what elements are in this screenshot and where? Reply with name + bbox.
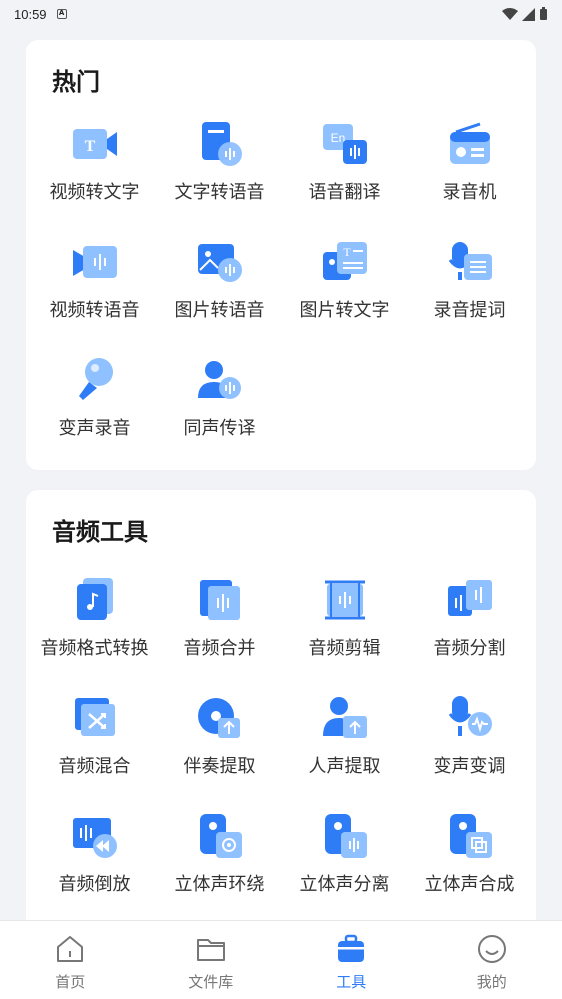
tool-stereo-combine[interactable]: 立体声合成 — [407, 812, 532, 896]
image-to-text-icon: T — [322, 242, 367, 280]
folder-icon — [196, 939, 225, 961]
tool-audio-split[interactable]: 音频分割 — [407, 576, 532, 660]
tool-recorder[interactable]: 录音机 — [407, 120, 532, 204]
tool-voice-translate[interactable]: En 语音翻译 — [282, 120, 407, 204]
profile-icon — [477, 935, 506, 963]
tool-image-to-speech[interactable]: 图片转语音 — [157, 238, 282, 322]
nav-label: 首页 — [55, 973, 86, 991]
video-to-text-icon: T — [72, 129, 117, 159]
tool-video-to-text[interactable]: T 视频转文字 — [32, 120, 157, 204]
stereo-surround-icon — [199, 814, 242, 858]
video-to-audio-icon — [72, 246, 117, 278]
tool-label: 人声提取 — [308, 756, 381, 777]
tool-audio-format-convert[interactable]: 音频格式转换 — [32, 576, 157, 660]
tool-label: 音频混合 — [58, 756, 131, 777]
tool-label: 立体声分离 — [299, 874, 390, 895]
tool-label: 视频转文字 — [49, 182, 140, 203]
tool-label: 同声传译 — [183, 418, 256, 439]
text-to-speech-icon — [201, 122, 242, 166]
tool-label: 图片转文字 — [299, 300, 390, 321]
stereo-separate-icon — [324, 814, 367, 858]
tool-simultaneous-interpretation[interactable]: 同声传译 — [157, 356, 282, 440]
accompaniment-extract-icon — [197, 698, 240, 738]
hot-tools-card: 热门 T 视频转文字 文字转语音 En 语音翻译 录音机 视频转语音 图片转语音… — [26, 40, 536, 470]
audio-section-title: 音频工具 — [52, 518, 148, 546]
tool-label: 音频剪辑 — [308, 638, 381, 659]
tool-label: 音频分割 — [433, 638, 506, 659]
audio-merge-icon — [199, 580, 240, 620]
hot-section-title: 热门 — [52, 68, 100, 96]
tool-label: 音频格式转换 — [40, 638, 149, 659]
nav-label: 工具 — [336, 973, 367, 991]
nav-label: 我的 — [476, 973, 507, 991]
nav-label: 文件库 — [188, 973, 234, 991]
tool-accompaniment-extract[interactable]: 伴奏提取 — [157, 694, 282, 778]
nav-file-library[interactable]: 文件库 — [141, 921, 282, 999]
nav-home[interactable]: 首页 — [0, 921, 141, 999]
simultaneous-interpretation-icon — [197, 361, 241, 399]
image-to-speech-icon — [197, 244, 242, 282]
tool-teleprompter[interactable]: 录音提词 — [407, 238, 532, 322]
battery-icon — [540, 7, 547, 20]
audio-format-convert-icon — [76, 578, 113, 620]
tool-audio-mix[interactable]: 音频混合 — [32, 694, 157, 778]
tool-label: 语音翻译 — [308, 182, 381, 203]
tool-image-to-text[interactable]: T 图片转文字 — [282, 238, 407, 322]
tool-audio-reverse[interactable]: 音频倒放 — [32, 812, 157, 896]
vocal-extract-icon — [322, 697, 367, 738]
nav-profile[interactable]: 我的 — [422, 921, 562, 999]
svg-text:T: T — [84, 138, 95, 155]
wifi-icon — [502, 7, 518, 20]
svg-text:En: En — [330, 131, 345, 145]
voice-change-record-icon — [78, 358, 113, 400]
audio-split-icon — [447, 580, 492, 616]
tool-label: 音频合并 — [183, 638, 256, 659]
tool-video-to-audio[interactable]: 视频转语音 — [32, 238, 157, 322]
toolbox-icon — [338, 934, 365, 962]
tool-label: 音频倒放 — [58, 874, 131, 895]
recorder-icon — [449, 122, 490, 164]
home-icon — [57, 936, 84, 962]
stereo-combine-icon — [449, 814, 492, 858]
teleprompter-icon — [448, 242, 492, 280]
tool-stereo-surround[interactable]: 立体声环绕 — [157, 812, 282, 896]
audio-reverse-icon — [72, 818, 117, 858]
tool-label: 文字转语音 — [174, 182, 265, 203]
nav-tools[interactable]: 工具 — [281, 921, 422, 999]
tool-vocal-extract[interactable]: 人声提取 — [282, 694, 407, 778]
tool-label: 立体声环绕 — [174, 874, 265, 895]
notification-badge-icon: A — [56, 9, 67, 19]
tool-stereo-separate[interactable]: 立体声分离 — [282, 812, 407, 896]
tool-label: 录音提词 — [433, 300, 506, 321]
tool-label: 视频转语音 — [49, 300, 140, 321]
tool-audio-cut[interactable]: 音频剪辑 — [282, 576, 407, 660]
audio-tools-card: 音频工具 音频格式转换 音频合并 音频剪辑 音频分割 音频混合 伴奏提取 人声提… — [26, 490, 536, 930]
audio-cut-icon — [324, 580, 365, 620]
status-bar: 10:59 A — [0, 0, 562, 28]
svg-text:T: T — [343, 245, 351, 259]
tool-label: 图片转语音 — [174, 300, 265, 321]
tool-label: 变声变调 — [433, 756, 506, 777]
tool-voice-change-record[interactable]: 变声录音 — [32, 356, 157, 440]
signal-icon — [522, 7, 535, 21]
audio-mix-icon — [74, 698, 115, 736]
voice-pitch-icon — [448, 696, 492, 736]
status-time: 10:59 — [14, 6, 47, 22]
tool-label: 立体声合成 — [424, 874, 515, 895]
tool-voice-pitch[interactable]: 变声变调 — [407, 694, 532, 778]
voice-translate-icon: En — [322, 124, 367, 164]
tool-label: 变声录音 — [58, 418, 131, 439]
tool-text-to-speech[interactable]: 文字转语音 — [157, 120, 282, 204]
tool-audio-merge[interactable]: 音频合并 — [157, 576, 282, 660]
tool-label: 伴奏提取 — [183, 756, 256, 777]
bottom-nav: 首页 文件库 工具 我的 — [0, 920, 562, 999]
tool-label: 录音机 — [442, 182, 497, 203]
